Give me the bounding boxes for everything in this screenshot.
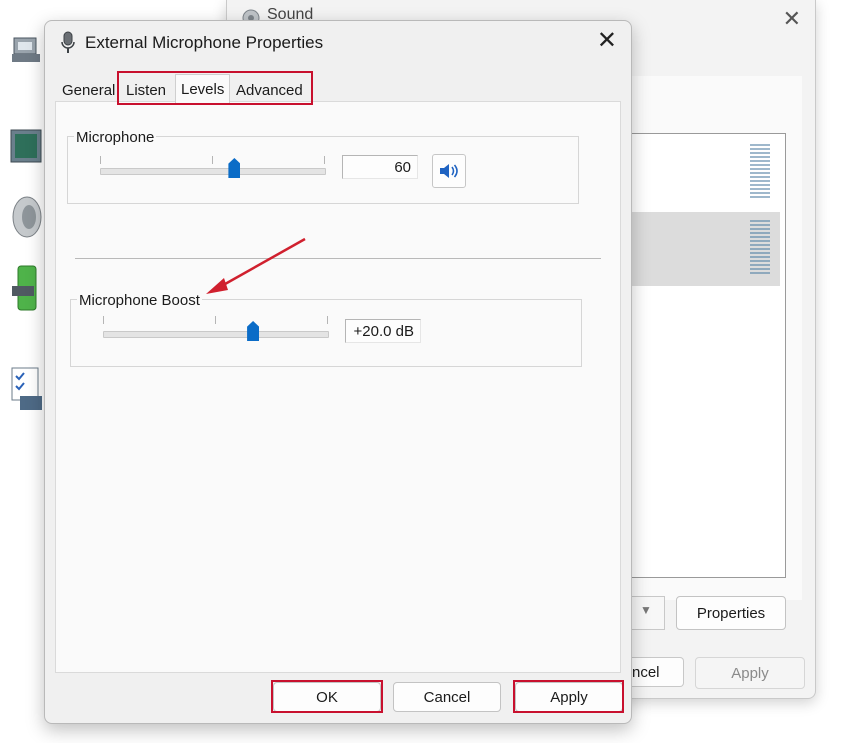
dialog-title: External Microphone Properties [85, 33, 324, 52]
microphone-properties-dialog: External Microphone Properties ✕ Microph… [44, 20, 632, 724]
checklist-icon [10, 366, 44, 410]
chevron-down-icon: ▼ [640, 603, 652, 617]
slider-tick [212, 156, 213, 164]
level-meter [750, 220, 770, 276]
speaker-icon [10, 194, 44, 238]
microphone-level-field[interactable]: 60 [342, 155, 418, 179]
boost-level-field[interactable]: +20.0 dB [345, 319, 421, 343]
slider-tick [215, 316, 216, 324]
separator [75, 258, 601, 259]
speaker-icon [439, 162, 459, 184]
slider-tick [324, 156, 325, 164]
tabs-highlight-box [117, 71, 313, 105]
tab-general[interactable]: General [57, 77, 120, 103]
sound-cancel-button[interactable]: ncel [630, 657, 684, 687]
microphone-icon [61, 31, 75, 59]
slider-tick [100, 156, 101, 164]
monitor-icon [10, 126, 44, 166]
set-default-dropdown[interactable]: ▼ [630, 596, 665, 630]
levels-tab-page: Microphone 60 Microphone Boost +20.0 dB [55, 101, 621, 673]
sound-close-icon[interactable]: ✕ [783, 6, 801, 32]
microphone-slider-track[interactable] [100, 168, 326, 175]
microphone-boost-label: Microphone Boost [77, 292, 202, 309]
level-meter [750, 144, 770, 200]
apply-highlight-box [513, 680, 624, 713]
sound-properties-button[interactable]: Properties [676, 596, 786, 630]
cancel-button[interactable]: Cancel [393, 682, 501, 712]
slider-tick [103, 316, 104, 324]
ok-highlight-box [271, 680, 383, 713]
device-icon [10, 32, 44, 72]
microphone-group-label: Microphone [74, 129, 157, 146]
annotation-arrow [206, 237, 306, 294]
battery-plug-icon [10, 264, 44, 311]
mute-button[interactable] [432, 154, 466, 188]
boost-slider-track[interactable] [103, 331, 329, 338]
slider-tick [327, 316, 328, 324]
close-icon[interactable]: ✕ [597, 29, 617, 53]
sound-apply-button[interactable]: Apply [695, 657, 805, 689]
